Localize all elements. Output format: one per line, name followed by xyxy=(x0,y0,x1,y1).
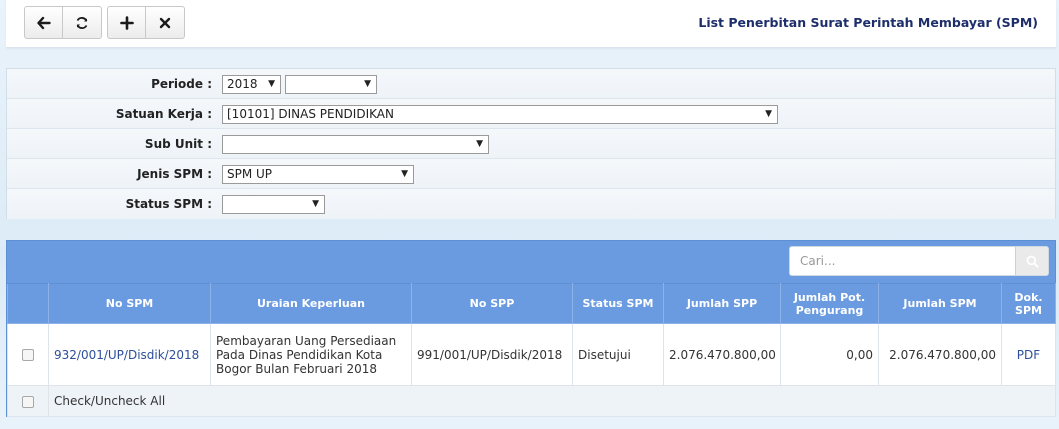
header-jumlah-pot-line1: Jumlah Pot. xyxy=(793,290,866,304)
back-arrow-icon xyxy=(36,16,51,29)
search-button[interactable] xyxy=(1015,247,1048,275)
jenis-spm-value: SPM UP xyxy=(227,167,273,181)
toolbar: List Penerbitan Surat Perintah Membayar … xyxy=(6,0,1056,48)
jenis-spm-label: Jenis SPM : xyxy=(137,167,212,181)
header-jumlah-spm[interactable]: Jumlah SPM xyxy=(878,283,1002,324)
refresh-icon xyxy=(76,16,88,29)
spm-table: No SPM Uraian Keperluan No SPP Status SP… xyxy=(7,283,1056,417)
cell-jumlah-pot: 0,00 xyxy=(780,323,879,386)
filter-row-status-spm: Status SPM : ▼ xyxy=(7,189,1055,219)
jenis-spm-select[interactable]: SPM UP ▼ xyxy=(222,165,414,184)
header-dok-line1: Dok. xyxy=(1014,290,1043,304)
table-header-row: No SPM Uraian Keperluan No SPP Status SP… xyxy=(7,283,1056,324)
check-all-checkbox-cell xyxy=(7,385,49,417)
filter-row-satuan-kerja: Satuan Kerja : [10101] DINAS PENDIDIKAN … xyxy=(7,99,1055,129)
header-jumlah-spp[interactable]: Jumlah SPP xyxy=(663,283,781,324)
status-spm-label: Status SPM : xyxy=(125,197,212,211)
uraian-line2: Pada Dinas Pendidikan Kota xyxy=(216,347,383,362)
close-button[interactable] xyxy=(146,6,185,39)
uraian-line3: Bogor Bulan Februari 2018 xyxy=(216,361,377,376)
chevron-down-icon: ▼ xyxy=(765,109,772,119)
nav-button-group xyxy=(24,6,102,39)
check-all-row: Check/Uncheck All xyxy=(7,385,1056,417)
header-jumlah-pot[interactable]: Jumlah Pot. Pengurang xyxy=(780,283,879,324)
satuan-kerja-select[interactable]: [10101] DINAS PENDIDIKAN ▼ xyxy=(222,105,778,124)
filter-row-periode: Periode : 2018 ▼ ▼ xyxy=(7,69,1055,99)
header-no-spp[interactable]: No SPP xyxy=(411,283,573,324)
chevron-down-icon: ▼ xyxy=(476,139,483,149)
sub-unit-select[interactable]: ▼ xyxy=(222,135,489,154)
satuan-kerja-value: [10101] DINAS PENDIDIKAN xyxy=(227,107,394,121)
chevron-down-icon: ▼ xyxy=(401,169,408,179)
header-uraian[interactable]: Uraian Keperluan xyxy=(210,283,412,324)
chevron-down-icon: ▼ xyxy=(312,199,319,209)
no-spm-link[interactable]: 932/001/UP/Disdik/2018 xyxy=(54,348,199,362)
status-spm-select[interactable]: ▼ xyxy=(222,195,325,214)
cell-dok-spm: PDF xyxy=(1001,323,1056,386)
check-all-checkbox[interactable] xyxy=(22,395,34,408)
header-status[interactable]: Status SPM xyxy=(572,283,664,324)
header-jumlah-pot-line2: Pengurang xyxy=(795,303,864,317)
add-button[interactable] xyxy=(107,6,146,39)
filter-form: Periode : 2018 ▼ ▼ Satuan Kerja : [10101… xyxy=(6,68,1056,219)
header-checkbox xyxy=(7,283,49,324)
plus-icon xyxy=(119,15,134,30)
filter-row-sub-unit: Sub Unit : ▼ xyxy=(7,129,1055,159)
periode-month-select[interactable]: ▼ xyxy=(285,75,377,94)
back-button[interactable] xyxy=(24,6,63,39)
uraian-line1: Pembayaran Uang Persediaan xyxy=(216,333,397,348)
cell-jumlah-spp: 2.076.470.800,00 xyxy=(663,323,781,386)
cell-no-spp: 991/001/UP/Disdik/2018 xyxy=(411,323,573,386)
filter-row-jenis-spm: Jenis SPM : SPM UP ▼ xyxy=(7,159,1055,189)
header-no-spm[interactable]: No SPM xyxy=(48,283,211,324)
row-checkbox-cell xyxy=(7,323,49,386)
chevron-down-icon: ▼ xyxy=(364,79,371,89)
search-box xyxy=(789,246,1049,276)
check-all-label[interactable]: Check/Uncheck All xyxy=(48,385,1056,417)
sub-unit-label: Sub Unit : xyxy=(144,137,212,151)
cell-jumlah-spm: 2.076.470.800,00 xyxy=(878,323,1002,386)
header-dok-spm[interactable]: Dok. SPM xyxy=(1001,283,1056,324)
table-row[interactable]: 932/001/UP/Disdik/2018 Pembayaran Uang P… xyxy=(7,323,1056,386)
page-title: List Penerbitan Surat Perintah Membayar … xyxy=(698,15,1038,30)
search-icon xyxy=(1026,255,1039,268)
row-checkbox[interactable] xyxy=(22,349,34,361)
close-icon xyxy=(159,17,171,28)
header-dok-line2: SPM xyxy=(1015,303,1042,317)
periode-label: Periode : xyxy=(151,77,212,91)
periode-year-value: 2018 xyxy=(227,77,258,91)
action-button-group xyxy=(107,6,185,39)
chevron-down-icon: ▼ xyxy=(268,79,275,89)
cell-uraian: Pembayaran Uang Persediaan Pada Dinas Pe… xyxy=(210,323,412,386)
pdf-link[interactable]: PDF xyxy=(1017,348,1040,362)
cell-status: Disetujui xyxy=(572,323,664,386)
refresh-button[interactable] xyxy=(63,6,102,39)
cell-no-spm: 932/001/UP/Disdik/2018 xyxy=(48,323,211,386)
spm-grid: No SPM Uraian Keperluan No SPP Status SP… xyxy=(6,240,1056,417)
search-input[interactable] xyxy=(790,247,1015,275)
grid-toolbar xyxy=(7,241,1055,283)
satuan-kerja-label: Satuan Kerja : xyxy=(115,107,212,121)
periode-year-select[interactable]: 2018 ▼ xyxy=(222,75,281,94)
